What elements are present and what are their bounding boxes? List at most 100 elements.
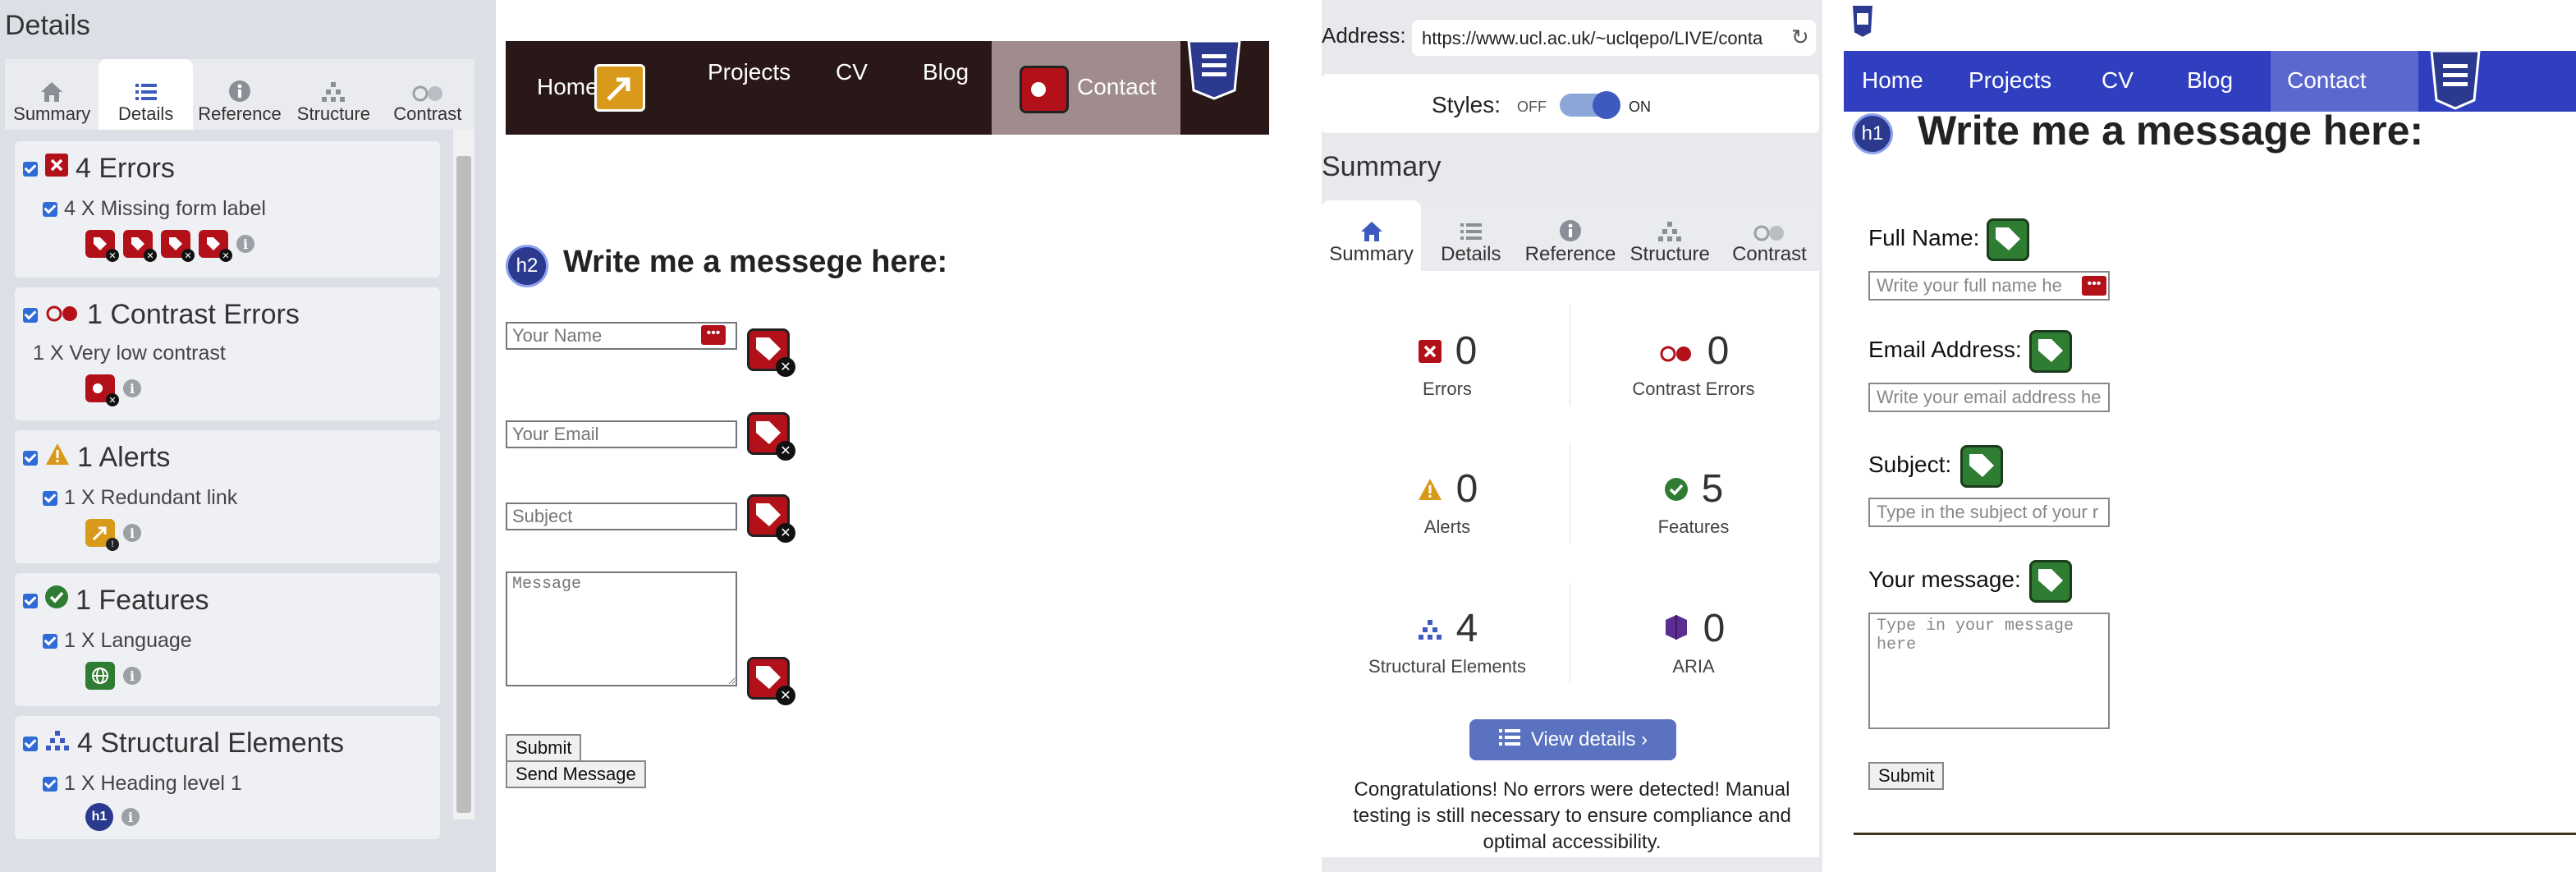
errors-checkbox[interactable]: [23, 161, 38, 177]
structure-icon: [44, 727, 71, 760]
html5-shield-icon: [1850, 3, 1875, 39]
email-input[interactable]: Write your email address he: [1868, 383, 2110, 412]
placeholder-text: Write your email address he: [1877, 387, 2102, 407]
nav-projects[interactable]: Projects: [1969, 67, 2051, 94]
nav-projects[interactable]: Projects: [708, 59, 791, 85]
tag-error-icon[interactable]: ✕: [123, 230, 157, 262]
send-message-button[interactable]: Send Message: [506, 760, 646, 788]
structure-checkbox[interactable]: [23, 736, 38, 751]
tab-summary[interactable]: Summary: [5, 59, 99, 130]
message-textarea[interactable]: Type in your message here: [1868, 613, 2110, 729]
errors-title: 4 Errors: [76, 153, 175, 184]
missing-label-error-icon[interactable]: ✕: [747, 657, 795, 705]
stat-label: Alerts: [1423, 516, 1471, 537]
stat-label: Contrast Errors: [1632, 379, 1755, 399]
h1-badge-icon[interactable]: h1: [85, 803, 113, 831]
subject-input[interactable]: Type in the subject of your r: [1868, 498, 2110, 527]
contrast-error-icon: [1658, 328, 1694, 374]
view-details-button[interactable]: View details ›: [1469, 719, 1676, 760]
form-label-feature-icon[interactable]: [1960, 445, 2003, 488]
styles-off-label: OFF: [1517, 99, 1547, 115]
nav-blog[interactable]: Blog: [923, 59, 969, 85]
subject-input[interactable]: [506, 503, 737, 530]
tab-contrast[interactable]: Contrast: [1720, 200, 1819, 271]
full-name-input[interactable]: Write your full name he: [1868, 271, 2110, 301]
info-icon[interactable]: i: [123, 379, 141, 397]
panel-title: Details: [5, 10, 90, 41]
redundant-link-checkbox[interactable]: [43, 490, 57, 506]
email-input[interactable]: [506, 420, 737, 448]
stat-value: 0: [1703, 607, 1726, 650]
nav-home[interactable]: Home: [537, 74, 598, 100]
info-icon[interactable]: i: [123, 524, 141, 542]
congrats-message: Congratulations! No errors were detected…: [1353, 778, 1791, 853]
form-label-feature-icon[interactable]: [1987, 218, 2029, 261]
subject-label: Subject:: [1868, 452, 1952, 477]
form-label-feature-icon[interactable]: [2029, 560, 2072, 603]
tab-details[interactable]: Details: [99, 59, 193, 130]
home-icon: [1359, 215, 1384, 243]
heading-checkbox[interactable]: [43, 776, 57, 792]
nav-blog[interactable]: Blog: [2187, 67, 2233, 94]
tab-structure[interactable]: Structure: [286, 59, 380, 130]
redundant-link-text: 1 X Redundant link: [64, 486, 238, 509]
tab-details[interactable]: Details: [1421, 200, 1520, 271]
contrast-icon: [1753, 215, 1785, 243]
tag-error-icon[interactable]: ✕: [199, 230, 232, 262]
h1-badge-icon[interactable]: h1: [1852, 113, 1893, 154]
info-icon[interactable]: i: [123, 667, 141, 685]
nav-contact-active[interactable]: Contact: [992, 41, 1180, 135]
nav-home[interactable]: Home: [1862, 67, 1923, 94]
submit-button[interactable]: Submit: [1868, 762, 1945, 790]
tab-structure[interactable]: Structure: [1620, 200, 1720, 271]
contrast-error-icon: [44, 299, 80, 331]
address-field[interactable]: https://www.ucl.ac.uk/~uclqepo/LIVE/cont…: [1412, 20, 1816, 56]
h2-badge-icon[interactable]: h2: [506, 245, 548, 287]
html5-shield-icon: [2428, 49, 2482, 110]
reload-icon[interactable]: ↻: [1791, 25, 1809, 50]
feature-check-icon: [1664, 466, 1689, 512]
nav-contact[interactable]: Contact: [1077, 74, 1157, 100]
alert-icon: [1417, 466, 1443, 512]
contrast-item-text: 1 X Very low contrast: [33, 342, 226, 365]
tab-label: Reference: [198, 103, 282, 124]
missing-label-error-icon[interactable]: ✕: [747, 494, 795, 543]
alerts-checkbox[interactable]: [23, 450, 38, 466]
footer-divider: [1854, 833, 2576, 835]
submit-button[interactable]: Submit: [506, 734, 582, 762]
nav-cv[interactable]: CV: [2102, 67, 2134, 94]
features-checkbox[interactable]: [23, 593, 38, 608]
missing-label-error-icon[interactable]: ✕: [747, 412, 795, 461]
info-icon[interactable]: i: [236, 235, 254, 253]
tab-summary[interactable]: Summary: [1322, 200, 1422, 271]
missing-label-error-icon[interactable]: ✕: [747, 328, 795, 377]
tag-error-icon[interactable]: ✕: [161, 230, 195, 262]
info-icon[interactable]: i: [121, 808, 140, 826]
language-checkbox[interactable]: [43, 633, 57, 649]
tag-error-icon[interactable]: ✕: [85, 230, 119, 262]
tab-label: Contrast: [393, 103, 462, 124]
styles-toggle[interactable]: [1560, 91, 1620, 119]
tab-reference[interactable]: Reference: [193, 59, 286, 130]
redundant-link-icon[interactable]: [594, 64, 645, 112]
nav-cv[interactable]: CV: [836, 59, 868, 85]
nav-contact-active[interactable]: Contact: [2271, 51, 2418, 112]
stat-label: Structural Elements: [1368, 656, 1526, 677]
contrast-error-icon[interactable]: ✕: [85, 374, 119, 406]
tab-reference[interactable]: Reference: [1520, 200, 1620, 271]
form-label-feature-icon[interactable]: [2029, 330, 2072, 373]
contrast-error-icon[interactable]: [1020, 66, 1069, 113]
scrollbar-thumb[interactable]: [456, 156, 471, 813]
tab-label: Details: [117, 103, 174, 124]
missing-label-checkbox[interactable]: [43, 201, 57, 217]
tab-contrast[interactable]: Contrast: [381, 59, 474, 130]
contrast-checkbox[interactable]: [23, 307, 38, 323]
html5-shield-icon: [1185, 39, 1243, 100]
hierarchy-icon: [1657, 215, 1683, 243]
message-textarea[interactable]: [506, 571, 737, 686]
stat-structural: 4 Structural Elements: [1328, 606, 1566, 677]
nav-contact[interactable]: Contact: [2287, 67, 2367, 94]
redundant-link-icon[interactable]: !: [85, 519, 119, 551]
language-globe-icon[interactable]: [85, 662, 115, 690]
error-icon: [44, 153, 69, 185]
